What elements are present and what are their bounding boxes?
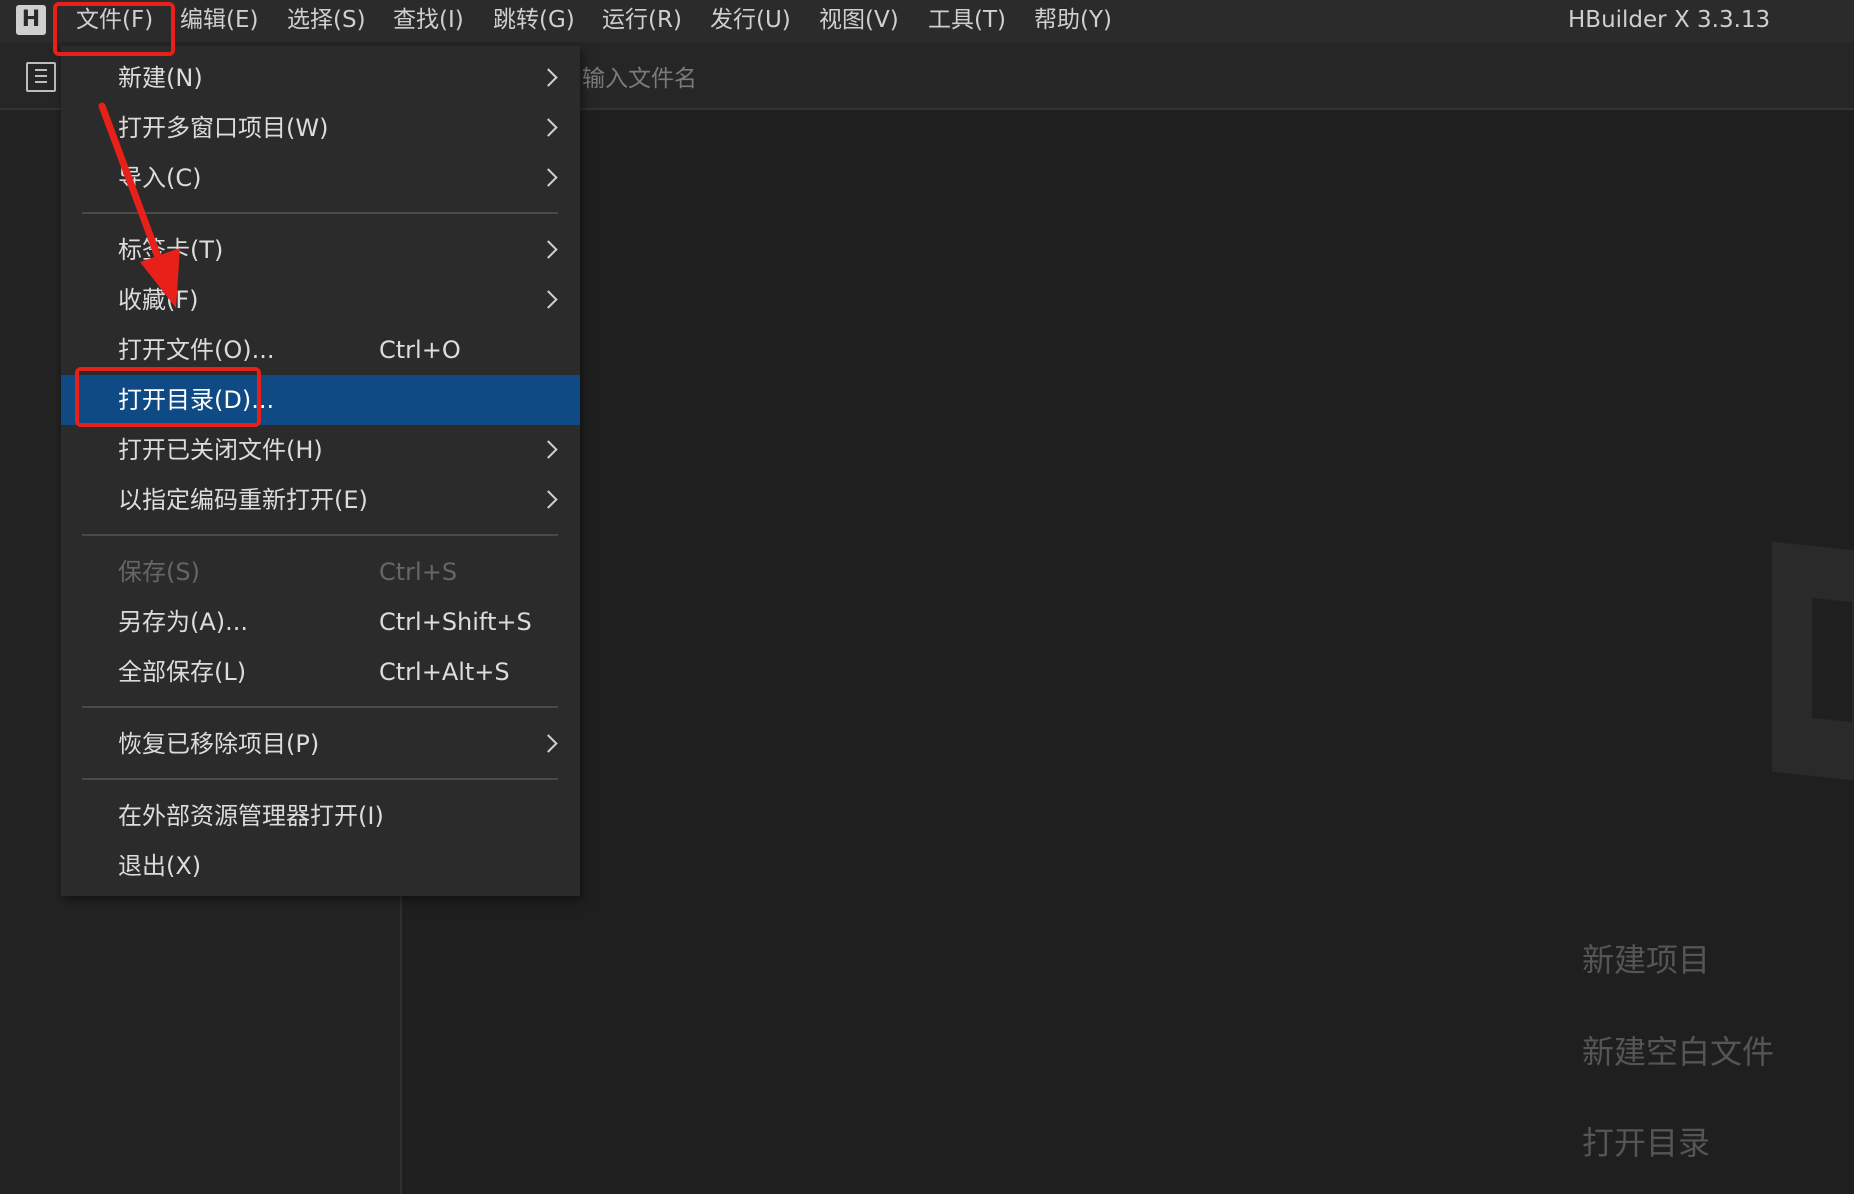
- menu-item-label: 恢复已移除项目(P): [118, 730, 320, 758]
- menu-select[interactable]: 选择(S): [283, 0, 370, 42]
- menu-separator: [82, 706, 558, 708]
- menu-item-label: 标签卡(T): [118, 236, 224, 264]
- chevron-right-icon: [539, 240, 558, 259]
- annotation-highlight-open-directory: [75, 367, 261, 427]
- file-search-input[interactable]: [580, 60, 1184, 98]
- chevron-right-icon: [539, 168, 558, 187]
- menu-item-label: 另存为(A)...: [118, 608, 249, 636]
- file-menu-tabs[interactable]: 标签卡(T): [61, 225, 580, 275]
- annotation-highlight-file-menu: [53, 2, 175, 56]
- menu-item-label: 保存(S): [118, 558, 200, 586]
- menu-tools[interactable]: 工具(T): [924, 0, 1010, 42]
- file-menu-save-all[interactable]: 全部保存(L) Ctrl+Alt+S: [61, 647, 580, 697]
- menu-separator: [82, 212, 558, 214]
- chevron-right-icon: [539, 68, 558, 87]
- file-menu-favorites[interactable]: 收藏(F): [61, 275, 580, 325]
- menu-item-label: 以指定编码重新打开(E): [118, 486, 368, 514]
- menu-item-label: 打开已关闭文件(H): [118, 436, 323, 464]
- menu-run[interactable]: 运行(R): [598, 0, 686, 42]
- hbuilder-logo-icon: H: [16, 5, 46, 35]
- file-menu-import[interactable]: 导入(C): [61, 153, 580, 203]
- chevron-right-icon: [539, 440, 558, 459]
- menu-item-label: 新建(N): [118, 64, 203, 92]
- menu-item-label: 收藏(F): [118, 286, 199, 314]
- chevron-right-icon: [539, 290, 558, 309]
- menubar: H 文件(F) 编辑(E) 选择(S) 查找(I) 跳转(G) 运行(R) 发行…: [0, 0, 1854, 42]
- chevron-right-icon: [539, 118, 558, 137]
- file-menu-exit[interactable]: 退出(X): [61, 841, 580, 891]
- menu-item-shortcut: Ctrl+Alt+S: [379, 658, 510, 686]
- file-menu-dropdown: 新建(N) 打开多窗口项目(W) 导入(C) 标签卡(T) 收藏(F) 打开文件…: [61, 46, 580, 896]
- chevron-right-icon: [539, 490, 558, 509]
- file-menu-reopen-with-encoding[interactable]: 以指定编码重新打开(E): [61, 475, 580, 525]
- menu-item-label: 在外部资源管理器打开(I): [118, 802, 384, 830]
- menu-edit[interactable]: 编辑(E): [176, 0, 262, 42]
- menu-publish[interactable]: 发行(U): [706, 0, 795, 42]
- welcome-new-project-link[interactable]: 新建项目: [1582, 935, 1710, 981]
- menu-help[interactable]: 帮助(Y): [1030, 0, 1116, 42]
- chevron-right-icon: [539, 734, 558, 753]
- menu-find[interactable]: 查找(I): [389, 0, 468, 42]
- welcome-open-directory-link[interactable]: 打开目录: [1582, 1118, 1710, 1164]
- hbuilder-watermark-icon: [1772, 541, 1854, 785]
- file-menu-save-as[interactable]: 另存为(A)... Ctrl+Shift+S: [61, 597, 580, 647]
- menu-item-label: 全部保存(L): [118, 658, 247, 686]
- welcome-new-blank-file-link[interactable]: 新建空白文件: [1582, 1027, 1774, 1073]
- menu-item-label: 退出(X): [118, 852, 202, 880]
- file-menu-open-closed-file[interactable]: 打开已关闭文件(H): [61, 425, 580, 475]
- file-menu-save[interactable]: 保存(S) Ctrl+S: [61, 547, 580, 597]
- menu-item-shortcut: Ctrl+O: [379, 336, 461, 364]
- file-menu-new[interactable]: 新建(N): [61, 53, 580, 103]
- menu-item-label: 打开多窗口项目(W): [118, 114, 329, 142]
- menu-goto[interactable]: 跳转(G): [489, 0, 579, 42]
- sidebar-toggle-icon[interactable]: [26, 62, 56, 92]
- menu-item-shortcut: Ctrl+S: [379, 558, 458, 586]
- menu-item-label: 导入(C): [118, 164, 202, 192]
- file-menu-open-in-explorer[interactable]: 在外部资源管理器打开(I): [61, 791, 580, 841]
- file-menu-restore-removed-project[interactable]: 恢复已移除项目(P): [61, 719, 580, 769]
- menu-view[interactable]: 视图(V): [815, 0, 903, 42]
- app-title: HBuilder X 3.3.13: [1568, 7, 1771, 33]
- file-menu-open-multi-window-project[interactable]: 打开多窗口项目(W): [61, 103, 580, 153]
- menu-separator: [82, 534, 558, 536]
- menu-separator: [82, 778, 558, 780]
- menu-item-shortcut: Ctrl+Shift+S: [379, 608, 532, 636]
